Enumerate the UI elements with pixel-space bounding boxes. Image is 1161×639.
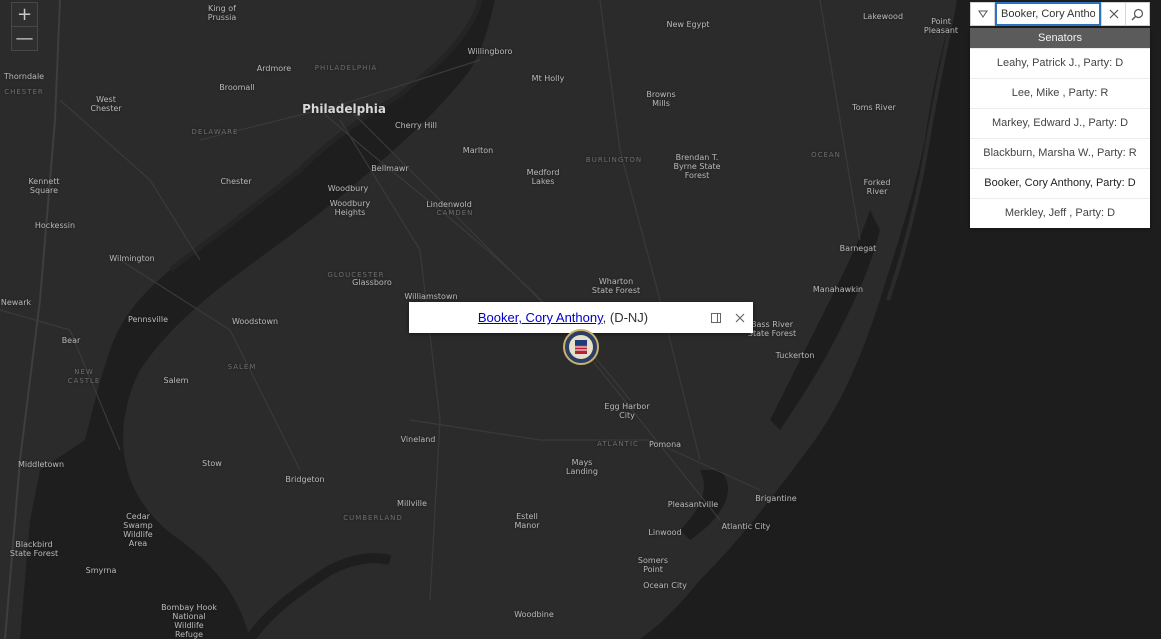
map-label: Medford Lakes — [526, 168, 560, 186]
map-label: Woodbury — [327, 184, 369, 193]
suggestion-item[interactable]: Blackburn, Marsha W., Party: R — [970, 138, 1150, 168]
dock-popup-button[interactable] — [705, 312, 727, 324]
map-label: Hockessin — [34, 221, 76, 230]
map-label: Somers Point — [637, 556, 669, 574]
search-widget — [970, 2, 1150, 26]
map-label: West Chester — [90, 95, 122, 113]
map-label: Pomona — [648, 440, 682, 449]
map-label: CAMDEN — [436, 209, 474, 217]
map-label: NEW CASTLE — [67, 368, 101, 385]
senator-name-link[interactable]: Booker, Cory Anthony — [478, 310, 603, 325]
zoom-in-button[interactable]: + — [12, 3, 37, 26]
map-label: Smyrna — [85, 566, 117, 575]
map-label: Bellmawr — [371, 164, 409, 173]
search-icon — [1131, 8, 1144, 20]
map-label: Vineland — [400, 435, 436, 444]
suggestion-item[interactable]: Markey, Edward J., Party: D — [970, 108, 1150, 138]
map-label: Estell Manor — [514, 512, 540, 530]
map-label: Broomall — [219, 83, 255, 92]
map-label: SALEM — [227, 363, 257, 371]
suggestion-item[interactable]: Merkley, Jeff , Party: D — [970, 198, 1150, 228]
popup-title: Booker, Cory Anthony, (D-NJ) — [409, 310, 705, 325]
map-label: Middletown — [17, 460, 65, 469]
map-label: Thorndale — [3, 72, 45, 81]
suggestion-item[interactable]: Lee, Mike , Party: R — [970, 78, 1150, 108]
map-label: Lindenwold — [426, 200, 472, 209]
map-label: Bombay Hook National Wildlife Refuge — [161, 603, 217, 639]
map-label: Linwood — [648, 528, 682, 537]
map-label: OCEAN — [811, 151, 841, 159]
map-label: BURLINGTON — [585, 156, 643, 164]
map-label: ATLANTIC — [597, 440, 639, 448]
map-label: Cedar Swamp Wildlife Area — [123, 512, 153, 548]
search-suggestions: Senators Leahy, Patrick J., Party: D Lee… — [970, 28, 1150, 228]
map-label: PHILADELPHIA — [314, 64, 378, 72]
map-label: Toms River — [852, 103, 896, 112]
map-label: Wharton State Forest — [591, 277, 641, 295]
map-label: Mt Holly — [531, 74, 565, 83]
chevron-down-icon — [977, 10, 988, 18]
suggestion-item[interactable]: Leahy, Patrick J., Party: D — [970, 48, 1150, 78]
map-label: Blackbird State Forest — [9, 540, 59, 558]
close-icon — [1109, 9, 1118, 19]
map-label: Woodstown — [231, 317, 279, 326]
map-label: DELAWARE — [191, 128, 239, 136]
zoom-control: + — — [11, 2, 38, 51]
suggestion-item-selected[interactable]: Booker, Cory Anthony, Party: D — [970, 168, 1150, 198]
map-label: Tuckerton — [775, 351, 815, 360]
dock-icon — [711, 312, 721, 323]
search-source-dropdown[interactable] — [971, 3, 995, 25]
party-state-text: , (D-NJ) — [602, 310, 649, 325]
map-label: Woodbury Heights — [329, 199, 371, 217]
map-label: Browns Mills — [646, 90, 676, 108]
map-label: Brigantine — [755, 494, 797, 503]
map-label: King of Prussia — [207, 4, 237, 22]
map-label: Bridgeton — [285, 475, 325, 484]
map-label: Newark — [0, 298, 32, 307]
map-label: Brendan T. Byrne State Forest — [673, 153, 721, 180]
map-label: Ardmore — [256, 64, 292, 73]
zoom-out-button[interactable]: — — [12, 26, 37, 50]
close-popup-button[interactable] — [729, 312, 751, 324]
map-label: Kennett Square — [28, 177, 60, 195]
map-label: Manahawkin — [812, 285, 864, 294]
map-label: Pennsville — [127, 315, 169, 324]
map-label: Philadelphia — [302, 102, 386, 116]
clear-search-button[interactable] — [1101, 3, 1125, 25]
map-label: Mays Landing — [566, 458, 598, 476]
map-label: Marlton — [462, 146, 494, 155]
map-label: Millville — [397, 499, 427, 508]
map-label: Ocean City — [643, 581, 687, 590]
map-label: CUMBERLAND — [343, 514, 403, 522]
close-icon — [735, 313, 745, 322]
map-label: Bass River State Forest — [747, 320, 797, 338]
map-label: Chester — [220, 177, 252, 186]
map-label: Lakewood — [862, 12, 904, 21]
map-label: Forked River — [863, 178, 891, 196]
map-label: Point Pleasant — [923, 17, 959, 35]
map-label: Willingboro — [467, 47, 513, 56]
map-label: Egg Harbor City — [604, 402, 650, 420]
map-label: Salem — [163, 376, 189, 385]
map-label: New Egypt — [666, 20, 710, 29]
map-label: Atlantic City — [721, 522, 771, 531]
map-label: Williamstown — [404, 292, 458, 301]
map-label: Cherry Hill — [395, 121, 437, 130]
map-label: Pleasantville — [667, 500, 719, 509]
map-label: Bear — [61, 336, 81, 345]
map-label: Barnegat — [839, 244, 877, 253]
search-button[interactable] — [1125, 3, 1149, 25]
search-input[interactable] — [995, 2, 1101, 26]
map-label: Wilmington — [109, 254, 155, 263]
senate-seal-icon[interactable] — [563, 329, 599, 365]
map-label: CHESTER — [4, 88, 44, 96]
map-label: Stow — [202, 459, 222, 468]
map-label: Glassboro — [352, 278, 392, 287]
map-label: Woodbine — [514, 610, 554, 619]
suggestions-header: Senators — [970, 28, 1150, 48]
